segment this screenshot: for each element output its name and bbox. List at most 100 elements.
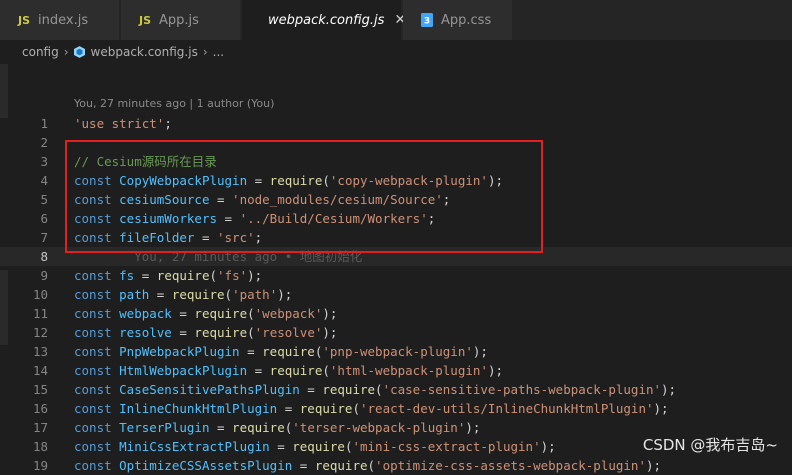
- line-number: 2: [40, 135, 48, 150]
- line-number: 15: [32, 382, 48, 397]
- code-line[interactable]: 14 const HtmlWebpackPlugin = require('htm…: [0, 361, 792, 380]
- breadcrumb-more[interactable]: ...: [213, 45, 224, 59]
- chevron-right-icon: ›: [202, 45, 208, 59]
- code-text: const path = require('path');: [74, 285, 292, 304]
- code-token: =: [299, 382, 323, 397]
- code-token: const: [74, 344, 120, 359]
- code-token: require: [194, 325, 248, 340]
- code-line[interactable]: 15 const CaseSensitivePathsPlugin = requi…: [0, 380, 792, 399]
- code-token: );: [472, 344, 488, 359]
- tab-label: webpack.config.js: [268, 12, 385, 28]
- code-line[interactable]: 19 const OptimizeCSSAssetsPlugin = requir…: [0, 456, 792, 475]
- code-token: =: [292, 458, 315, 473]
- code-line[interactable]: 13 const PnpWebpackPlugin = require('pnp-…: [0, 342, 792, 361]
- code-token: require: [299, 401, 353, 416]
- line-number: 8: [40, 249, 48, 264]
- code-token: path: [119, 287, 150, 302]
- code-token: const: [74, 306, 120, 321]
- tab-label: index.js: [38, 12, 89, 28]
- editor-tab-bar: JS index.js JS App.js webpack.config.js …: [0, 0, 792, 40]
- code-token: 'optimize-css-assets-webpack-plugin': [375, 458, 646, 473]
- git-blame-codelens[interactable]: You, 27 minutes ago | 1 author (You): [74, 97, 274, 110]
- line-number: 19: [32, 458, 48, 473]
- code-token: require: [171, 287, 225, 302]
- line-number: 1: [40, 116, 48, 131]
- watermark: CSDN @我布吉岛~: [642, 436, 778, 454]
- code-line[interactable]: 10 const path = require('path');: [0, 285, 792, 304]
- code-token: =: [171, 306, 195, 321]
- line-number: 12: [32, 325, 48, 340]
- line-number: 16: [32, 401, 48, 416]
- javascript-file-icon: JS: [18, 13, 31, 27]
- breadcrumb-folder[interactable]: config: [22, 45, 59, 59]
- code-line[interactable]: 12 const resolve = require('resolve');: [0, 323, 792, 342]
- code-token: require: [156, 268, 210, 283]
- code-line[interactable]: 1 'use strict';: [0, 114, 792, 133]
- code-text: const CaseSensitivePathsPlugin = require…: [74, 380, 676, 399]
- code-token: (: [322, 363, 330, 378]
- code-text: const fs = require('fs');: [74, 266, 262, 285]
- line-number: 6: [40, 211, 48, 226]
- code-token: const: [74, 268, 120, 283]
- code-token: );: [540, 439, 556, 454]
- breadcrumb: config › webpack.config.js › ...: [0, 40, 792, 64]
- line-number: 17: [32, 420, 48, 435]
- code-token: const: [74, 382, 120, 397]
- code-token: fs: [119, 268, 135, 283]
- code-text: 'use strict';: [74, 114, 172, 133]
- code-token: (: [209, 268, 218, 283]
- code-line[interactable]: 16 const InlineChunkHtmlPlugin = require(…: [0, 399, 792, 418]
- code-token: 'use strict': [74, 116, 165, 131]
- code-token: );: [653, 401, 669, 416]
- code-token: TerserPlugin: [119, 420, 210, 435]
- code-token: =: [247, 363, 270, 378]
- code-token: PnpWebpackPlugin: [119, 344, 240, 359]
- code-token: const: [74, 363, 120, 378]
- code-token: 'html-webpack-plugin': [329, 363, 488, 378]
- code-token: 'terser-webpack-plugin': [292, 420, 466, 435]
- code-token: ;: [164, 116, 172, 131]
- code-text: const PnpWebpackPlugin = require('pnp-we…: [74, 342, 488, 361]
- code-token: require: [194, 306, 248, 321]
- breadcrumb-file[interactable]: webpack.config.js: [91, 45, 198, 59]
- code-token: =: [134, 268, 157, 283]
- code-text: const TerserPlugin = require('terser-web…: [74, 418, 480, 437]
- code-token: const: [74, 401, 120, 416]
- tab-webpack-config[interactable]: webpack.config.js ✕: [242, 0, 406, 40]
- code-line[interactable]: 9 const fs = require('fs');: [0, 266, 792, 285]
- line-number: 5: [40, 192, 48, 207]
- code-text: const resolve = require('resolve');: [74, 323, 337, 342]
- code-text: const MiniCssExtractPlugin = require('mi…: [74, 437, 556, 456]
- code-token: require: [292, 439, 345, 454]
- css-file-icon: 3: [421, 13, 433, 27]
- code-token: const: [74, 325, 120, 340]
- code-token: require: [262, 344, 315, 359]
- code-token: );: [247, 268, 263, 283]
- code-token: const: [74, 420, 120, 435]
- code-token: );: [487, 363, 503, 378]
- code-token: =: [239, 344, 263, 359]
- code-text: const webpack = require('webpack');: [74, 304, 337, 323]
- code-token: const: [74, 458, 120, 473]
- left-panel-edge: [0, 64, 8, 118]
- code-token: );: [322, 306, 338, 321]
- code-token: webpack: [119, 306, 172, 321]
- line-number: 9: [40, 268, 48, 283]
- tab-index-js[interactable]: JS index.js: [0, 0, 120, 40]
- code-token: require: [269, 363, 323, 378]
- code-line[interactable]: 11 const webpack = require('webpack');: [0, 304, 792, 323]
- code-token: 'webpack': [254, 306, 323, 321]
- code-token: );: [661, 382, 677, 397]
- tab-app-css[interactable]: 3 App.css: [403, 0, 513, 40]
- javascript-file-icon: JS: [139, 13, 152, 27]
- code-token: OptimizeCSSAssetsPlugin: [119, 458, 293, 473]
- code-token: 'fs': [217, 268, 248, 283]
- tab-label: App.css: [441, 12, 492, 28]
- annotation-highlight-box: [65, 140, 543, 253]
- code-token: );: [645, 458, 662, 473]
- code-token: =: [149, 287, 172, 302]
- code-token: MiniCssExtractPlugin: [119, 439, 270, 454]
- code-token: =: [277, 401, 300, 416]
- tab-app-js[interactable]: JS App.js: [121, 0, 241, 40]
- code-text: const InlineChunkHtmlPlugin = require('r…: [74, 399, 669, 418]
